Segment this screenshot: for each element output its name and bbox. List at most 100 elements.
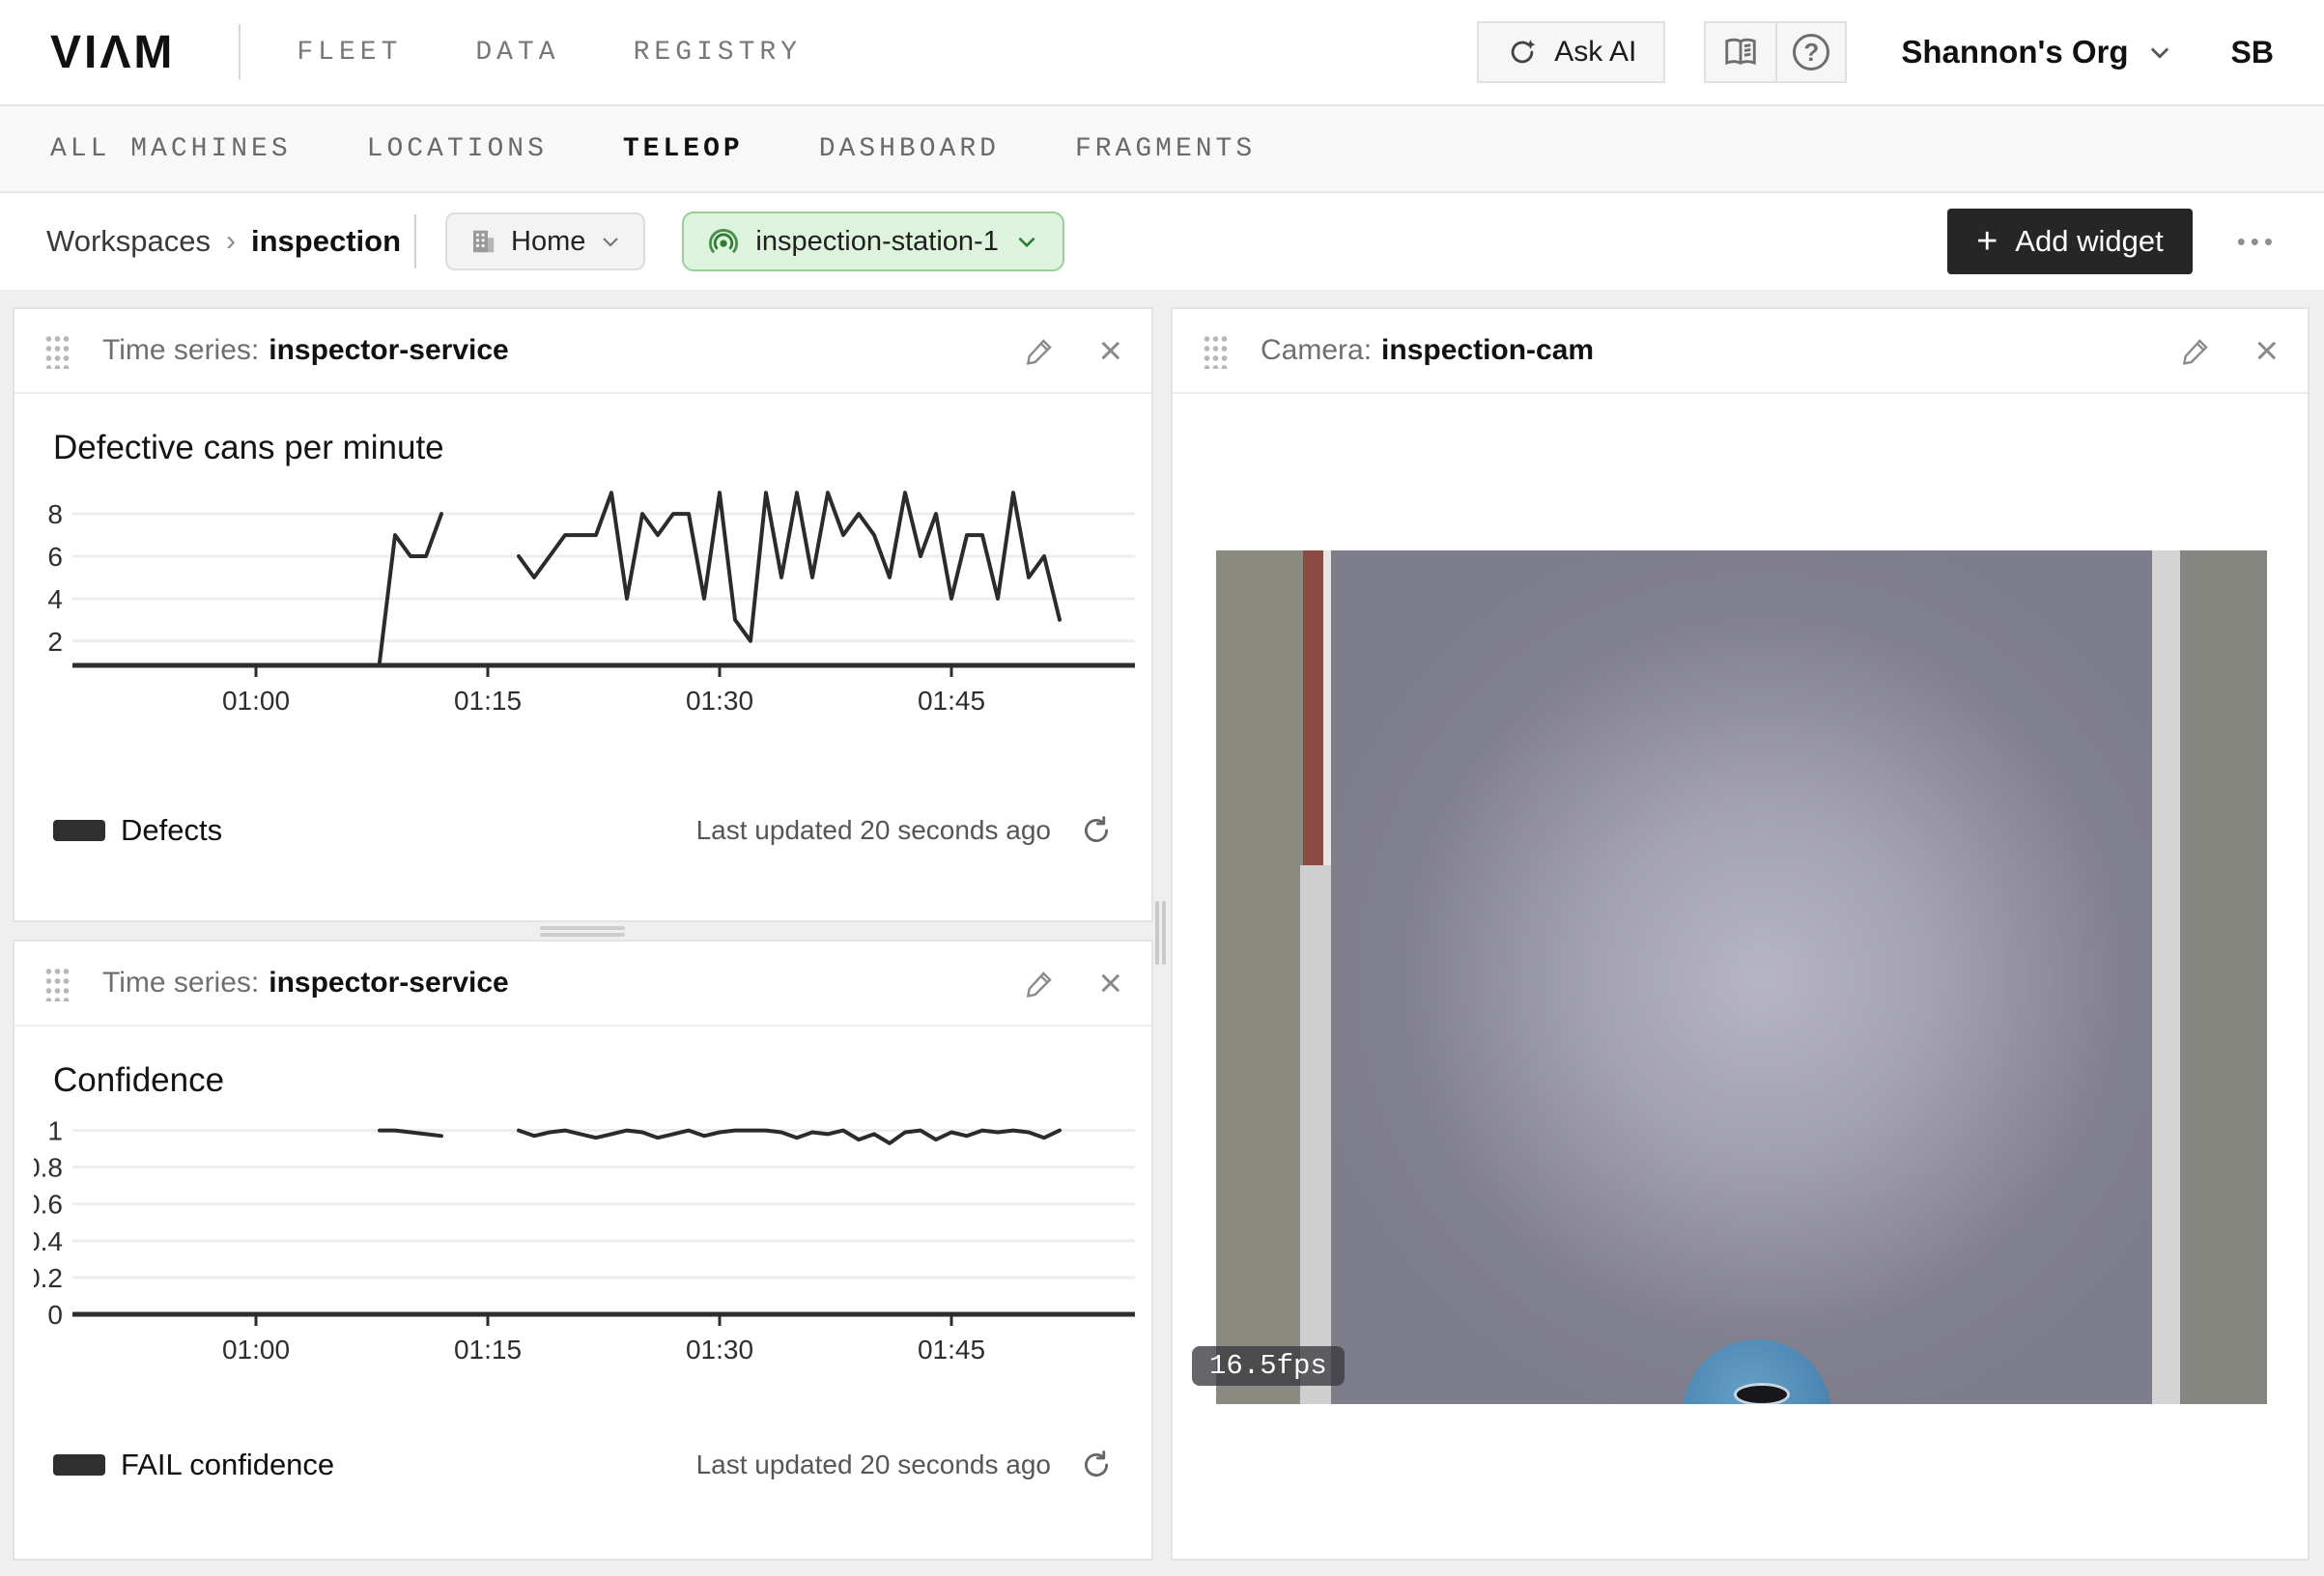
refresh-status: Last updated 20 seconds ago — [696, 814, 1113, 847]
legend: Defects — [53, 813, 222, 848]
legend-label: FAIL confidence — [121, 1448, 334, 1482]
toolbar-right: + Add widget ••• — [1947, 209, 2278, 274]
ask-ai-icon — [1506, 36, 1539, 69]
edit-widget-button[interactable] — [1025, 335, 1056, 366]
legend-swatch — [53, 820, 105, 841]
svg-text:01:45: 01:45 — [918, 1335, 985, 1365]
chart-title: Confidence — [53, 1061, 1151, 1100]
widget-actions: × — [1025, 963, 1122, 1003]
conveyor-left-rail — [1216, 550, 1303, 1404]
chevron-down-icon — [1014, 229, 1039, 254]
help-button[interactable]: ? — [1775, 23, 1845, 81]
drag-handle-icon[interactable] — [43, 332, 70, 369]
more-menu-icon[interactable]: ••• — [2237, 227, 2278, 257]
nav-registry[interactable]: REGISTRY — [634, 38, 802, 68]
nav-data[interactable]: DATA — [475, 38, 559, 68]
svg-text:0.6: 0.6 — [34, 1190, 63, 1220]
legend-label: Defects — [121, 813, 222, 848]
chart-legend-row: Defects Last updated 20 seconds ago — [53, 813, 1113, 848]
refresh-button[interactable] — [1080, 814, 1113, 847]
drag-handle-icon[interactable] — [1202, 332, 1228, 369]
refresh-status: Last updated 20 seconds ago — [696, 1449, 1113, 1481]
add-widget-button[interactable]: + Add widget — [1947, 209, 2193, 274]
chevron-down-icon — [599, 230, 622, 253]
widget-type-label: Time series: — [102, 967, 259, 999]
can-opening — [1734, 1383, 1790, 1404]
tab-all-machines[interactable]: ALL MACHINES — [50, 134, 292, 164]
drag-handle-icon[interactable] — [43, 965, 70, 1001]
right-edge-strip — [2152, 550, 2180, 1404]
column-resize-handle[interactable] — [1162, 901, 1166, 965]
column-resize-handle[interactable] — [1155, 901, 1159, 965]
tab-dashboard[interactable]: DASHBOARD — [819, 134, 1000, 164]
edit-widget-button[interactable] — [2181, 335, 2212, 366]
close-widget-button[interactable]: × — [1098, 963, 1122, 1003]
widget-camera: Camera: inspection-cam × — [1171, 307, 2310, 1561]
org-name: Shannon's Org — [1901, 34, 2128, 70]
close-widget-button[interactable]: × — [2254, 330, 2279, 371]
location-selector-label: Home — [511, 226, 585, 258]
light-lower-strip — [1300, 865, 1331, 1404]
confidence-chart: 00.20.40.60.8101:0001:1501:3001:45 — [34, 1100, 1151, 1381]
top-nav: FLEET DATA REGISTRY — [297, 38, 802, 68]
machine-broadcast-icon — [707, 225, 740, 258]
camera-feed-image — [1216, 550, 2267, 1404]
header-divider — [239, 24, 241, 80]
svg-text:8: 8 — [47, 499, 63, 529]
org-switcher[interactable]: Shannon's Org — [1901, 34, 2172, 70]
widget-header: Time series: inspector-service × — [14, 942, 1151, 1027]
docs-button[interactable] — [1706, 23, 1775, 81]
breadcrumb-workspaces[interactable]: Workspaces — [46, 224, 211, 259]
docs-help-group: ? — [1704, 21, 1847, 83]
svg-text:01:00: 01:00 — [222, 686, 290, 716]
legend: FAIL confidence — [53, 1448, 334, 1482]
workspace-toolbar: Workspaces › inspection Home — [0, 193, 2324, 290]
svg-text:4: 4 — [47, 584, 63, 614]
location-selector-button[interactable]: Home — [445, 212, 645, 270]
last-updated-text: Last updated 20 seconds ago — [696, 1449, 1051, 1480]
viam-logo: VIΛM — [50, 26, 175, 79]
close-icon: × — [2254, 330, 2279, 371]
widget-actions: × — [2181, 330, 2279, 371]
chart-title: Defective cans per minute — [53, 429, 1151, 467]
machine-selector-label: inspection-station-1 — [755, 226, 998, 258]
widget-timeseries-defects: Time series: inspector-service × — [13, 307, 1153, 922]
row-resize-handle[interactable] — [540, 933, 625, 937]
tab-fragments[interactable]: FRAGMENTS — [1075, 134, 1256, 164]
defects-chart: 246801:0001:1501:3001:45 — [34, 467, 1151, 725]
light-edge-strip — [1323, 550, 1331, 865]
machine-selector-pill[interactable]: inspection-station-1 — [682, 211, 1063, 271]
chevron-down-icon — [2146, 39, 2173, 66]
user-avatar[interactable]: SB — [2231, 35, 2274, 70]
edit-widget-button[interactable] — [1025, 968, 1056, 999]
nav-fleet[interactable]: FLEET — [297, 38, 402, 68]
red-marker-strip — [1303, 550, 1323, 865]
svg-text:0.2: 0.2 — [34, 1263, 63, 1293]
svg-text:0: 0 — [47, 1300, 63, 1330]
svg-text:01:15: 01:15 — [454, 1335, 522, 1365]
close-widget-button[interactable]: × — [1098, 330, 1122, 371]
svg-text:01:15: 01:15 — [454, 686, 522, 716]
widget-name-label: inspector-service — [269, 334, 508, 367]
chart-legend-row: FAIL confidence Last updated 20 seconds … — [53, 1448, 1113, 1482]
breadcrumb-divider — [414, 214, 416, 268]
tab-locations[interactable]: LOCATIONS — [367, 134, 548, 164]
tab-teleop[interactable]: TELEOP — [623, 134, 744, 164]
refresh-button[interactable] — [1080, 1449, 1113, 1481]
svg-text:01:45: 01:45 — [918, 686, 985, 716]
breadcrumb-current[interactable]: inspection — [251, 224, 401, 259]
pencil-icon — [1025, 335, 1056, 366]
last-updated-text: Last updated 20 seconds ago — [696, 815, 1051, 846]
help-icon: ? — [1793, 34, 1829, 70]
widget-type-label: Camera: — [1261, 334, 1372, 367]
svg-text:6: 6 — [47, 542, 63, 572]
refresh-icon — [1080, 814, 1113, 847]
workspace-canvas: Time series: inspector-service × — [0, 290, 2324, 1576]
header-right: Ask AI ? — [1477, 21, 2274, 83]
conveyor-right-rail — [2180, 550, 2267, 1404]
fleet-subnav: ALL MACHINES LOCATIONS TELEOP DASHBOARD … — [0, 106, 2324, 193]
row-resize-handle[interactable] — [540, 926, 625, 930]
ask-ai-button[interactable]: Ask AI — [1477, 21, 1665, 83]
refresh-icon — [1080, 1449, 1113, 1481]
svg-text:01:30: 01:30 — [686, 686, 753, 716]
